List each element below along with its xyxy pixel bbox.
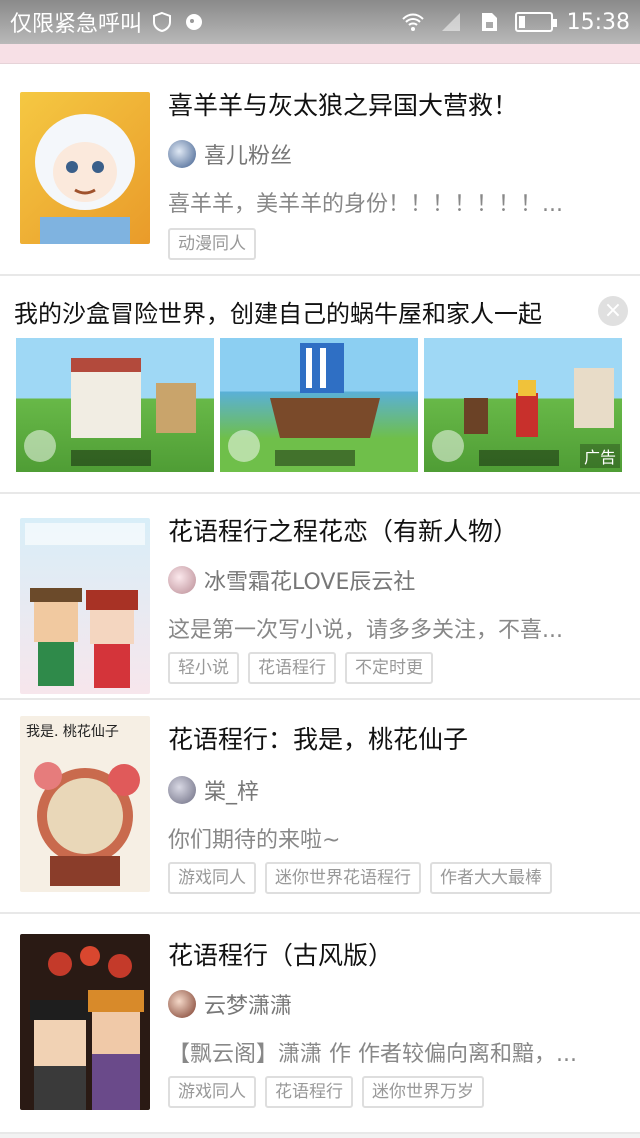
- author-name: 云梦潇潇: [204, 994, 293, 1019]
- ancient-style-cover-art: [30, 946, 144, 1110]
- story-description: 喜羊羊，美羊羊的身份！！！！！！！...: [168, 192, 563, 217]
- wifi-icon: [401, 13, 424, 31]
- story-tags: 动漫同人: [168, 228, 256, 260]
- story-card[interactable]: 我是. 桃花仙子 花语程行：我是，桃花仙子 棠_梓 你们期待的来啦~ 游戏同人 …: [0, 700, 640, 914]
- header-strip: [0, 44, 640, 64]
- game-ship-art: [228, 343, 380, 466]
- signal-icon: [441, 13, 460, 31]
- author-name: 喜儿粉丝: [204, 144, 293, 169]
- clock: 15:38: [566, 9, 630, 35]
- story-description: 【飘云阁】潇潇 作 作者较偏向离和黯，...: [168, 1042, 577, 1067]
- svg-text:我是. 桃花仙子: 我是. 桃花仙子: [26, 724, 119, 740]
- couple-cover-art: [25, 523, 145, 688]
- sim-card-icon: [481, 13, 497, 31]
- story-tag[interactable]: 作者大大最棒: [430, 862, 552, 894]
- story-card[interactable]: 花语程行（古风版） 云梦潇潇 【飘云阁】潇潇 作 作者较偏向离和黯，... 游戏…: [0, 914, 640, 1134]
- story-title[interactable]: 花语程行：我是，桃花仙子: [168, 720, 468, 756]
- story-author[interactable]: 云梦潇潇: [168, 988, 292, 1020]
- story-feed: 喜羊羊与灰太狼之异国大营救！ 喜儿粉丝 喜羊羊，美羊羊的身份！！！！！！！...…: [0, 64, 640, 1134]
- story-title[interactable]: 花语程行之程花恋（有新人物）: [168, 512, 518, 548]
- close-icon[interactable]: ×: [598, 296, 628, 326]
- ad-image[interactable]: [220, 338, 418, 472]
- story-cover: 我是. 桃花仙子: [20, 716, 150, 892]
- story-tag[interactable]: 不定时更: [345, 652, 433, 684]
- author-avatar: [168, 776, 196, 804]
- ad-badge: 广告: [579, 444, 620, 468]
- status-bar: 仅限紧急呼叫 15:38: [0, 0, 640, 44]
- story-author[interactable]: 喜儿粉丝: [168, 138, 292, 170]
- story-tag[interactable]: 迷你世界万岁: [362, 1076, 484, 1108]
- ad-title[interactable]: 我的沙盒冒险世界，创建自己的蜗牛屋和家人一起: [14, 294, 604, 329]
- story-cover: [20, 518, 150, 694]
- story-tags: 轻小说 花语程行 不定时更: [168, 652, 433, 684]
- author-name: 棠_梓: [204, 780, 260, 805]
- story-tags: 游戏同人 花语程行 迷你世界万岁: [168, 1076, 484, 1108]
- battery-icon: [514, 12, 557, 32]
- story-title[interactable]: 花语程行（古风版）: [168, 936, 393, 972]
- story-author[interactable]: 棠_梓: [168, 774, 259, 806]
- shield-icon: [153, 11, 172, 33]
- author-avatar: [168, 566, 196, 594]
- story-title[interactable]: 喜羊羊与灰太狼之异国大营救！: [168, 86, 518, 122]
- ad-image[interactable]: [16, 338, 214, 472]
- story-card[interactable]: 花语程行之程花恋（有新人物） 冰雪霜花LOVE辰云社 这是第一次写小说，请多多关…: [0, 494, 640, 700]
- app-notification-icon: [186, 14, 203, 30]
- story-tag[interactable]: 游戏同人: [168, 862, 256, 894]
- story-author[interactable]: 冰雪霜花LOVE辰云社: [168, 564, 415, 596]
- story-tag[interactable]: 游戏同人: [168, 1076, 256, 1108]
- story-description: 这是第一次写小说，请多多关注，不喜...: [168, 618, 563, 643]
- story-tag[interactable]: 动漫同人: [168, 228, 256, 260]
- story-card[interactable]: 喜羊羊与灰太狼之异国大营救！ 喜儿粉丝 喜羊羊，美羊羊的身份！！！！！！！...…: [0, 64, 640, 276]
- peach-blossom-cover-art: 我是. 桃花仙子: [26, 724, 140, 886]
- story-tag[interactable]: 花语程行: [248, 652, 336, 684]
- sheep-cover-art: [35, 114, 135, 244]
- story-description: 你们期待的来啦~: [168, 828, 341, 853]
- story-tag[interactable]: 轻小说: [168, 652, 239, 684]
- story-cover: [20, 92, 150, 244]
- story-tag[interactable]: 迷你世界花语程行: [265, 862, 421, 894]
- game-scene-art: [24, 358, 196, 466]
- story-cover: [20, 934, 150, 1110]
- ad-card[interactable]: 我的沙盒冒险世界，创建自己的蜗牛屋和家人一起 × 广告: [0, 276, 640, 494]
- author-name: 冰雪霜花LOVE辰云社: [204, 570, 416, 595]
- author-avatar: [168, 140, 196, 168]
- story-tags: 游戏同人 迷你世界花语程行 作者大大最棒: [168, 862, 552, 894]
- story-tag[interactable]: 花语程行: [265, 1076, 353, 1108]
- author-avatar: [168, 990, 196, 1018]
- carrier-text: 仅限紧急呼叫: [10, 12, 143, 37]
